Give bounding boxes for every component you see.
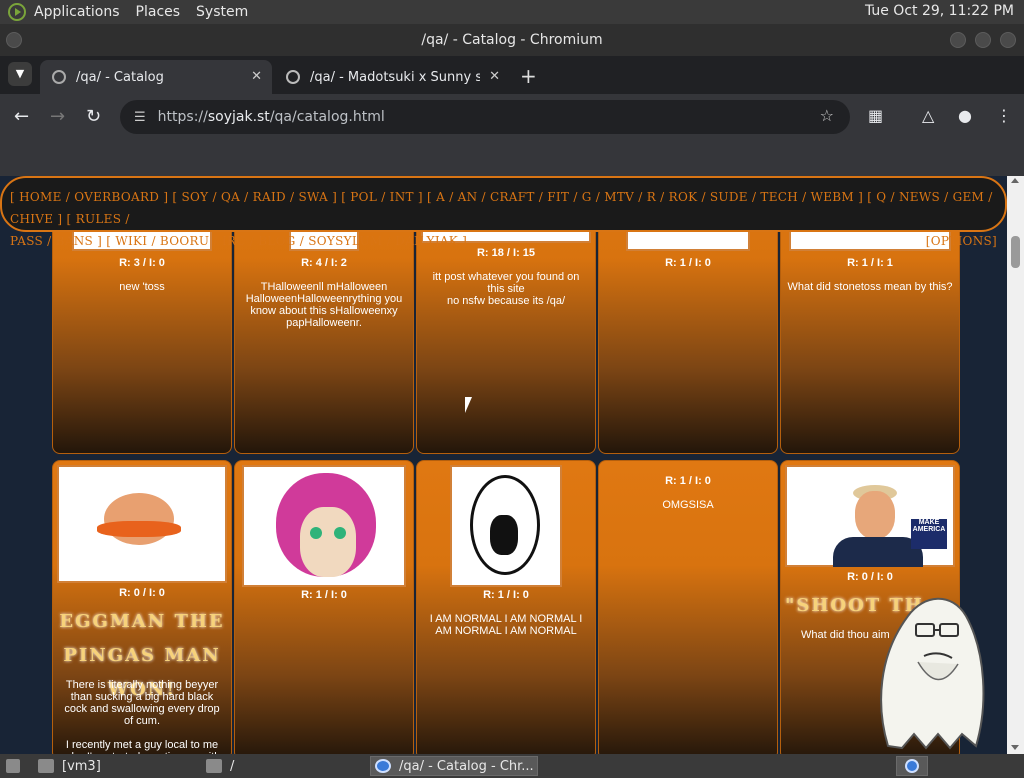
thumbnail-caption: HEY EVERYBODY I LOVE BIG BLACK COCK — [70, 469, 214, 487]
extensions-icon[interactable]: ▦ — [868, 106, 883, 125]
bw-cat — [490, 515, 518, 555]
close-window-icon[interactable] — [1000, 32, 1016, 48]
site-favicon-icon — [286, 70, 300, 84]
tab-strip: ▼ /qa/ - Catalog ✕ /qa/ - Madotsuki x Su… — [0, 56, 1024, 94]
address-bar[interactable]: ☰ https://soyjak.st/qa/catalog.html ☆ — [120, 100, 850, 134]
taskbar: [vm3] / /qa/ - Catalog - Chr... — [0, 754, 1024, 778]
thread-stats: R: 1 / I: 0 — [483, 589, 529, 601]
reload-button[interactable]: ↻ — [86, 106, 101, 127]
bookmark-star-icon[interactable]: ☆ — [820, 106, 834, 125]
taskbar-item-vm3[interactable]: [vm3] — [34, 756, 198, 776]
trump-suit — [833, 537, 923, 567]
distro-logo-icon[interactable] — [8, 3, 26, 21]
window-menu-icon[interactable] — [6, 32, 22, 48]
globe-icon — [52, 70, 66, 84]
eggman-face — [104, 493, 174, 545]
thread-stats: R: 1 / I: 0 — [301, 589, 347, 601]
thread-thumbnail[interactable] — [450, 465, 562, 587]
terminal-icon — [38, 759, 54, 773]
thread-stats: R: 4 / I: 2 — [301, 257, 347, 269]
options-link[interactable]: [OPTIONS] — [926, 230, 997, 252]
thread-body: There is literally nothing beyyer than s… — [64, 679, 221, 754]
window-title: /qa/ - Catalog - Chromium — [421, 32, 603, 48]
clock[interactable]: Tue Oct 29, 11:22 PM — [865, 3, 1014, 19]
browser-toolbar: ← → ↻ ☰ https://soyjak.st/qa/catalog.htm… — [0, 94, 1024, 140]
close-tab-icon[interactable]: ✕ — [251, 69, 262, 84]
trump-head — [855, 491, 895, 539]
thread-subject: itt post whatever you found on this site… — [432, 271, 580, 307]
chromium-icon — [375, 759, 391, 773]
thread-card[interactable]: HEY EVERYBODY I LOVE BIG BLACK COCK R: 0… — [52, 460, 232, 754]
minimize-icon[interactable] — [950, 32, 966, 48]
window-titlebar: /qa/ - Catalog - Chromium — [0, 24, 1024, 56]
board-nav-line1[interactable]: [ HOME / OVERBOARD ] [ SOY / QA / RAID /… — [10, 186, 997, 230]
thread-subject: new 'toss — [119, 281, 165, 293]
taskbar-label: [vm3] — [62, 758, 101, 774]
anime-face — [300, 507, 356, 577]
board-nav-line2[interactable]: PASS / BANS ] [ WIKI / BOORU / IRC / BLO… — [10, 230, 467, 252]
scroll-up-icon[interactable] — [1011, 178, 1019, 183]
anime-eye — [334, 527, 346, 539]
places-menu[interactable]: Places — [136, 4, 181, 20]
tab-title: /qa/ - Catalog — [76, 69, 164, 85]
thread-stats: R: 0 / I: 0 — [119, 587, 165, 599]
scroll-thumb[interactable] — [1011, 236, 1020, 268]
show-desktop-button[interactable] — [2, 756, 28, 776]
chromium-icon — [905, 759, 919, 773]
url-path: /qa/catalog.html — [269, 109, 385, 125]
thread-stats: R: 0 / I: 0 — [847, 571, 893, 583]
close-tab-icon[interactable]: ✕ — [489, 69, 500, 84]
thread-stats: R: 3 / I: 0 — [119, 257, 165, 269]
thread-subject: OMGSISA — [662, 499, 714, 511]
board-nav: [ HOME / OVERBOARD ] [ SOY / QA / RAID /… — [0, 176, 1007, 248]
taskbar-item-files[interactable]: / — [202, 756, 366, 776]
thread-card[interactable]: R: 1 / I: 0 I AM NORMAL I AM NORMAL I AM… — [416, 460, 596, 754]
thread-thumbnail[interactable]: MAKE AMERICA — [785, 465, 955, 567]
forward-button[interactable]: → — [50, 106, 65, 127]
thread-subject: I AM NORMAL I AM NORMAL I AM NORMAL I AM… — [429, 613, 583, 637]
thread-subject: What did stonetoss mean by this? — [787, 281, 953, 293]
system-menu[interactable]: System — [196, 4, 248, 20]
profile-icon[interactable]: ● — [958, 106, 972, 125]
thread-stats: R: 1 / I: 1 — [847, 257, 893, 269]
folder-icon — [206, 759, 222, 773]
url-host: soyjak.st — [207, 109, 270, 125]
eggman-mustache — [97, 521, 181, 537]
taskbar-item-chromium[interactable]: /qa/ - Catalog - Chr... — [370, 756, 538, 776]
back-button[interactable]: ← — [14, 106, 29, 127]
thread-stats: R: 1 / I: 0 — [665, 475, 711, 487]
tab-catalog[interactable]: /qa/ - Catalog ✕ — [40, 60, 272, 94]
page-scrollbar[interactable] — [1007, 176, 1024, 754]
tab-madotsuki[interactable]: /qa/ - Madotsuki x Sunny ship ✕ — [274, 60, 510, 94]
mouse-cursor-icon — [465, 397, 472, 413]
tab-title: /qa/ - Madotsuki x Sunny ship — [310, 69, 480, 85]
tab-search-button[interactable]: ▼ — [8, 62, 32, 86]
taskbar-label: /qa/ - Catalog - Chr... — [399, 758, 534, 774]
thread-card[interactable]: R: 1 / I: 0 OMGSISA — [598, 460, 778, 754]
desktop-icon — [6, 759, 20, 773]
anime-eye — [310, 527, 322, 539]
top-panel: Applications Places System Tue Oct 29, 1… — [0, 0, 1024, 24]
catalog-grid: R: 3 / I: 0 new 'toss R: 4 / I: 2 THallo… — [52, 176, 960, 754]
maximize-icon[interactable] — [975, 32, 991, 48]
scroll-down-icon[interactable] — [1011, 745, 1019, 750]
thread-thumbnail[interactable] — [242, 465, 406, 587]
rally-sign: MAKE AMERICA — [911, 519, 947, 549]
toolbar-spacer — [0, 140, 1024, 176]
ghost-mascot-icon — [880, 597, 985, 750]
more-menu-icon[interactable]: ⋮ — [996, 106, 1012, 125]
thread-card[interactable]: R: 1 / I: 0 — [234, 460, 414, 754]
thread-subject: THalloweenll mHalloween HalloweenHallowe… — [245, 281, 403, 329]
thread-stats: R: 1 / I: 0 — [665, 257, 711, 269]
page-viewport: [ HOME / OVERBOARD ] [ SOY / QA / RAID /… — [0, 176, 1007, 754]
thread-thumbnail[interactable]: HEY EVERYBODY I LOVE BIG BLACK COCK — [57, 465, 227, 583]
labs-flask-icon[interactable]: △ — [922, 106, 934, 125]
new-tab-button[interactable]: + — [520, 64, 537, 88]
taskbar-label: / — [230, 758, 235, 774]
url-scheme: https:// — [157, 109, 208, 125]
tray-chromium-button[interactable] — [896, 756, 928, 776]
site-info-icon[interactable]: ☰ — [134, 110, 146, 125]
applications-menu[interactable]: Applications — [34, 4, 120, 20]
